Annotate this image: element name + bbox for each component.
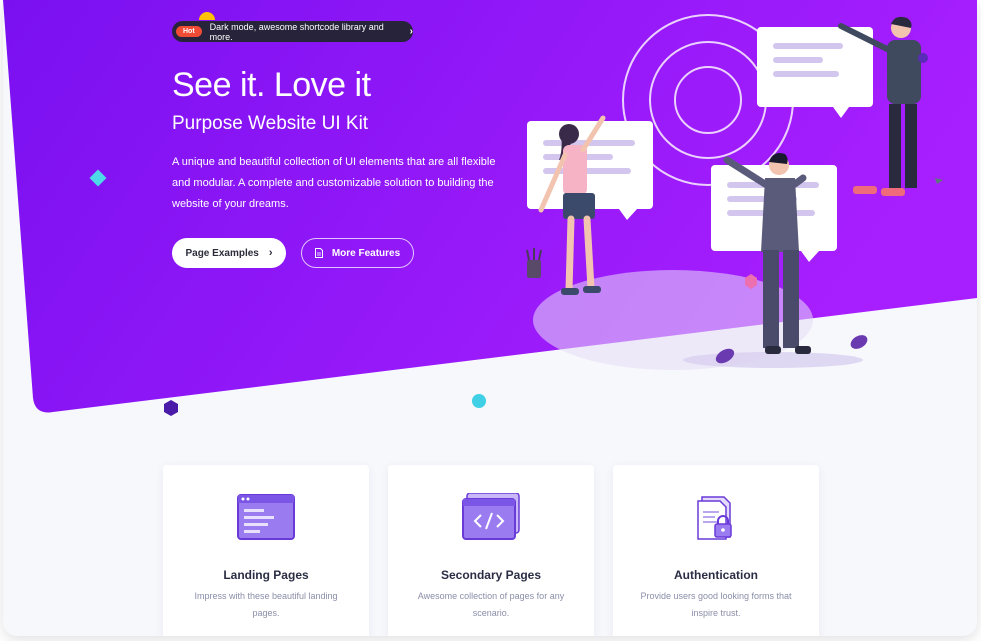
card-description: Provide users good looking forms that in… — [640, 591, 792, 618]
page-examples-button[interactable]: Page Examples › — [172, 238, 286, 268]
chevron-right-icon: › — [268, 247, 273, 259]
hero-description: A unique and beautiful collection of UI … — [172, 156, 496, 210]
card-title: Authentication — [674, 568, 758, 582]
hero-title: See it. Love it — [172, 66, 371, 104]
hexagon-shape — [164, 400, 178, 416]
card-description: Awesome collection of pages for any scen… — [417, 591, 565, 618]
hero-illustration — [526, 14, 943, 370]
chevron-right-icon: › — [409, 26, 413, 37]
circle-shape — [472, 394, 486, 408]
half-circle-shape — [199, 12, 215, 20]
lock-document-icon — [697, 496, 732, 540]
announcement-text: Dark mode, awesome shortcode library and… — [209, 21, 384, 42]
card-title: Landing Pages — [223, 568, 309, 582]
page-examples-label: Page Examples — [185, 247, 259, 259]
hero-subtitle: Purpose Website UI Kit — [172, 113, 369, 134]
card-title: Secondary Pages — [440, 568, 542, 582]
more-features-label: More Features — [331, 247, 401, 259]
more-features-button[interactable]: More Features — [301, 238, 414, 268]
card-secondary-pages[interactable]: Secondary Pages Awesome collection of pa… — [388, 465, 594, 636]
document-icon — [314, 248, 323, 258]
hot-tag: Hot — [176, 26, 202, 37]
card-landing-pages[interactable]: Landing Pages Impress with these beautif… — [163, 465, 369, 636]
diamond-shape — [89, 169, 107, 187]
card-description: Impress with these beautiful landing pag… — [194, 591, 338, 618]
landing-page-icon — [237, 494, 295, 540]
page: Hot Dark mode, awesome shortcode library… — [3, 0, 977, 636]
code-window-icon — [462, 493, 520, 540]
card-authentication[interactable]: Authentication Provide users good lookin… — [613, 465, 819, 636]
announcement-badge[interactable]: Hot Dark mode, awesome shortcode library… — [172, 21, 413, 42]
